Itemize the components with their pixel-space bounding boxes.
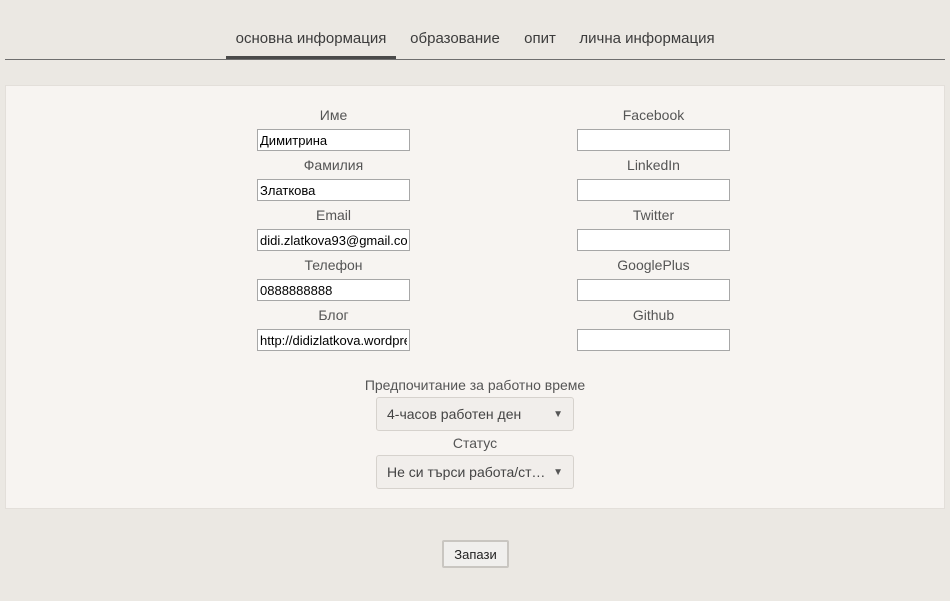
tabs-divider — [5, 59, 945, 60]
last-name-input[interactable] — [257, 179, 410, 201]
tab-label: основна информация — [235, 30, 387, 47]
github-input[interactable] — [577, 329, 730, 351]
last-name-label: Фамилия — [303, 157, 364, 173]
blog-input[interactable] — [257, 329, 410, 351]
tab-experience[interactable]: опит — [516, 30, 564, 58]
googleplus-label: GooglePlus — [617, 257, 690, 273]
facebook-input[interactable] — [577, 129, 730, 151]
googleplus-input[interactable] — [577, 279, 730, 301]
first-name-label: Име — [319, 107, 348, 123]
email-input[interactable] — [257, 229, 410, 251]
chevron-down-icon: ▼ — [553, 467, 563, 478]
tab-personal-info[interactable]: лична информация — [574, 30, 720, 58]
status-select[interactable]: Не си търси работа/стаж ▼ — [376, 455, 574, 489]
tab-label: опит — [524, 30, 556, 47]
tab-bar: основна информация образование опит личн… — [0, 0, 950, 60]
tab-basic-info[interactable]: основна информация — [226, 30, 396, 59]
tab-education[interactable]: образование — [404, 30, 506, 58]
facebook-label: Facebook — [622, 107, 685, 123]
work-time-select[interactable]: 4-часов работен ден ▼ — [376, 397, 574, 431]
save-button[interactable]: Запази — [442, 540, 509, 568]
twitter-input[interactable] — [577, 229, 730, 251]
blog-label: Блог — [318, 307, 349, 323]
first-name-input[interactable] — [257, 129, 410, 151]
email-label: Email — [315, 207, 351, 223]
twitter-label: Twitter — [632, 207, 675, 223]
chevron-down-icon: ▼ — [553, 409, 563, 420]
status-label: Статус — [452, 435, 498, 451]
phone-label: Телефон — [304, 257, 363, 273]
tab-label: лична информация — [579, 30, 715, 47]
work-time-selected-value: 4-часов работен ден — [387, 406, 522, 422]
github-label: Github — [632, 307, 675, 323]
linkedin-input[interactable] — [577, 179, 730, 201]
status-selected-value: Не си търси работа/стаж — [387, 464, 547, 480]
phone-input[interactable] — [257, 279, 410, 301]
work-time-label: Предпочитание за работно време — [364, 377, 586, 393]
linkedin-label: LinkedIn — [627, 157, 680, 173]
tab-label: образование — [410, 30, 500, 47]
